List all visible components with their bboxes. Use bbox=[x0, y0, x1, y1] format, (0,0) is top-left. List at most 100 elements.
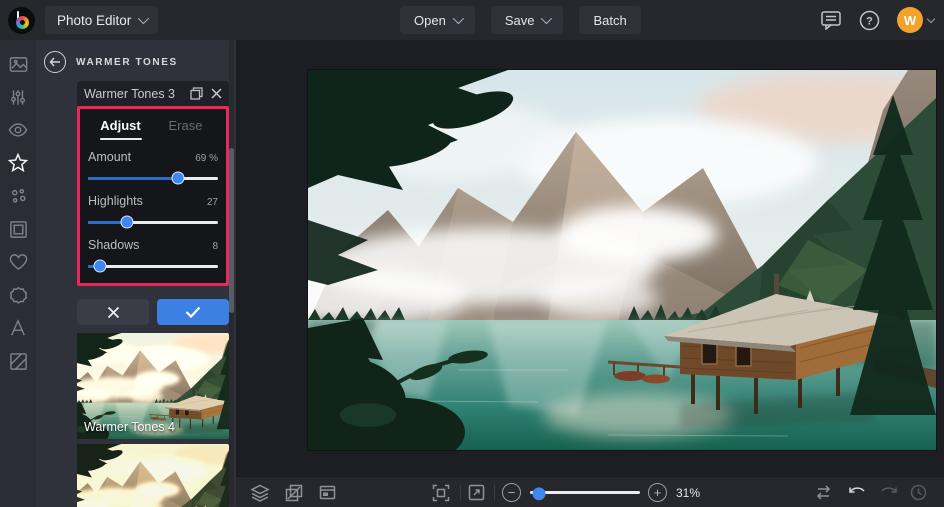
arrow-left-icon bbox=[49, 57, 60, 67]
fit-to-screen-button[interactable] bbox=[432, 477, 450, 507]
lake-photo bbox=[308, 70, 936, 450]
batch-button[interactable]: Batch bbox=[579, 6, 641, 34]
highlights-label: Highlights bbox=[88, 194, 143, 208]
cancel-button[interactable] bbox=[77, 299, 149, 325]
chevron-down-icon bbox=[452, 12, 464, 25]
shadows-value: 8 bbox=[212, 241, 218, 252]
rail-item-graphics[interactable] bbox=[5, 282, 31, 308]
rail-item-edit[interactable] bbox=[5, 51, 31, 77]
duplicate-icon bbox=[190, 87, 203, 100]
tab-erase[interactable]: Erase bbox=[153, 109, 218, 141]
canvas-image[interactable] bbox=[308, 70, 936, 450]
chat-bubble-icon bbox=[821, 11, 841, 30]
amount-label: Amount bbox=[88, 150, 132, 164]
clock-icon bbox=[910, 484, 927, 501]
feedback-chat-button[interactable] bbox=[820, 10, 842, 30]
effect-panel: WARMER TONES Warmer Tones 3 Adjust Erase… bbox=[36, 40, 236, 507]
zoom-slider-track[interactable] bbox=[530, 487, 640, 501]
layers-icon bbox=[250, 484, 270, 502]
sliders-icon bbox=[11, 89, 25, 105]
transform-button[interactable] bbox=[285, 477, 303, 507]
rail-item-text[interactable] bbox=[5, 315, 31, 341]
rail-item-touchup[interactable] bbox=[5, 117, 31, 143]
divider bbox=[460, 485, 461, 500]
redo-icon bbox=[881, 487, 897, 493]
zoom-level: 31% bbox=[676, 485, 701, 500]
thumbnail-label: Warmer Tones 4 bbox=[84, 420, 176, 434]
compare-icon bbox=[816, 485, 831, 500]
rail-item-artsy[interactable] bbox=[5, 183, 31, 209]
panel-scrollbar[interactable] bbox=[229, 148, 234, 313]
slider-fill bbox=[88, 177, 178, 180]
chevron-down-icon bbox=[926, 14, 936, 23]
layers-button[interactable] bbox=[250, 477, 270, 507]
undo-button[interactable] bbox=[848, 477, 866, 507]
chevron-down-icon bbox=[138, 12, 150, 25]
highlights-slider: Highlights 27 bbox=[88, 194, 218, 229]
panels-icon bbox=[319, 485, 336, 500]
slider-thumb[interactable] bbox=[120, 215, 134, 229]
thumbnail-image bbox=[77, 444, 229, 507]
highlights-track[interactable] bbox=[88, 215, 218, 229]
zoom-out-button[interactable]: − bbox=[502, 483, 521, 502]
amount-track[interactable] bbox=[88, 171, 218, 185]
canvas-area bbox=[236, 40, 944, 476]
dots-cluster-icon bbox=[11, 188, 26, 203]
redo-button[interactable] bbox=[880, 477, 898, 507]
duplicate-button[interactable] bbox=[190, 87, 203, 100]
close-icon bbox=[211, 88, 222, 99]
x-icon bbox=[107, 306, 119, 318]
slider-thumb[interactable] bbox=[171, 171, 185, 185]
befunky-logo-icon[interactable] bbox=[8, 6, 35, 34]
back-button[interactable] bbox=[44, 51, 66, 73]
zoom-slider-thumb[interactable] bbox=[532, 487, 546, 501]
shadows-label: Shadows bbox=[88, 238, 140, 252]
effect-name: Warmer Tones 3 bbox=[84, 86, 176, 101]
amount-slider: Amount 69 % bbox=[88, 150, 218, 185]
heart-icon bbox=[9, 254, 27, 270]
question-mark-icon: ? bbox=[859, 10, 880, 30]
shadows-track[interactable] bbox=[88, 259, 218, 273]
account-menu[interactable]: W bbox=[897, 7, 936, 33]
effect-thumbnail-next[interactable] bbox=[77, 444, 229, 507]
badge-icon bbox=[9, 286, 27, 304]
fit-screen-icon bbox=[432, 484, 450, 501]
photo-editor-app: Photo Editor Open Save Batch ? W WARMER … bbox=[0, 0, 944, 507]
app-menu-button[interactable]: Photo Editor bbox=[45, 6, 159, 34]
compare-button[interactable] bbox=[814, 477, 833, 507]
batch-label: Batch bbox=[593, 12, 627, 28]
rail-item-overlays[interactable] bbox=[5, 249, 31, 275]
undo-icon bbox=[849, 487, 865, 493]
highlights-value: 27 bbox=[206, 197, 218, 208]
rail-item-frames[interactable] bbox=[5, 216, 31, 242]
history-button[interactable] bbox=[910, 477, 927, 507]
divider bbox=[494, 485, 495, 500]
image-icon bbox=[9, 56, 27, 72]
tab-adjust[interactable]: Adjust bbox=[88, 109, 153, 141]
chevron-down-icon bbox=[541, 12, 553, 25]
slider-thumb[interactable] bbox=[93, 259, 107, 273]
svg-text:?: ? bbox=[866, 15, 873, 27]
app-menu-label: Photo Editor bbox=[57, 12, 132, 28]
open-button[interactable]: Open bbox=[400, 6, 475, 34]
close-effect-button[interactable] bbox=[211, 88, 222, 99]
rail-item-effects[interactable] bbox=[5, 150, 31, 176]
transform-icon bbox=[285, 484, 303, 501]
actual-size-button[interactable] bbox=[468, 477, 485, 507]
help-button[interactable]: ? bbox=[859, 10, 880, 31]
star-icon bbox=[8, 153, 28, 173]
eye-icon bbox=[8, 123, 28, 137]
apply-button[interactable] bbox=[157, 299, 229, 325]
effect-thumbnail-warmer-tones-4[interactable]: Warmer Tones 4 bbox=[77, 333, 229, 439]
avatar[interactable]: W bbox=[897, 7, 923, 33]
zoom-in-button[interactable]: + bbox=[648, 483, 667, 502]
save-label: Save bbox=[504, 12, 535, 28]
save-button[interactable]: Save bbox=[490, 6, 564, 34]
shadows-slider: Shadows 8 bbox=[88, 238, 218, 273]
effect-card-header: Warmer Tones 3 bbox=[77, 81, 229, 106]
rail-item-adjustments[interactable] bbox=[5, 84, 31, 110]
rail-item-textures[interactable] bbox=[5, 348, 31, 374]
actual-size-icon bbox=[468, 484, 485, 501]
panels-layout-button[interactable] bbox=[319, 477, 336, 507]
frame-icon bbox=[9, 220, 27, 238]
